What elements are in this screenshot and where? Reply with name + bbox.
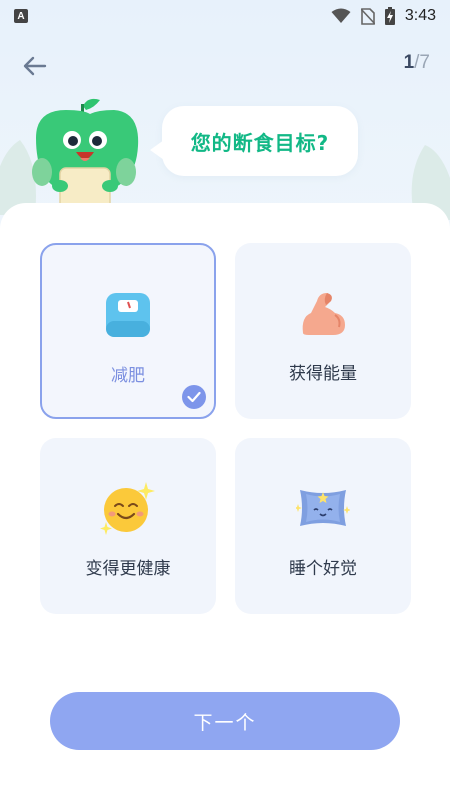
muscle-arm-icon (295, 285, 351, 341)
option-get-healthier[interactable]: 变得更健康 (40, 438, 216, 614)
progress-total: /7 (414, 52, 430, 73)
smiley-sparkle-icon (100, 480, 156, 536)
option-label: 获得能量 (289, 364, 357, 384)
option-label: 减肥 (111, 366, 145, 386)
app-notification-icon: A (14, 9, 28, 23)
status-time: 3:43 (404, 7, 436, 24)
battery-charging-icon (384, 7, 395, 25)
progress-current: 1 (403, 52, 415, 73)
scale-icon (100, 287, 156, 343)
step-progress: 1/7 (404, 52, 430, 74)
wifi-icon (331, 8, 351, 23)
status-bar: A 3:43 (0, 0, 450, 32)
option-label: 睡个好觉 (289, 559, 357, 579)
option-lose-weight[interactable]: 减肥 (40, 243, 216, 419)
option-sleep-well[interactable]: 睡个好觉 (235, 438, 411, 614)
back-button[interactable] (20, 52, 50, 80)
question-speech-bubble: 您的断食目标? (150, 106, 358, 176)
checkmark-icon (182, 385, 206, 409)
arrow-left-icon (23, 56, 47, 76)
question-title: 您的断食目标? (190, 130, 330, 155)
option-gain-energy[interactable]: 获得能量 (235, 243, 411, 419)
pillow-icon (295, 480, 351, 536)
apple-mascot-illustration (32, 98, 139, 215)
no-sim-icon (360, 7, 375, 25)
option-label: 变得更健康 (85, 559, 171, 579)
next-button[interactable]: 下一个 (50, 692, 400, 750)
